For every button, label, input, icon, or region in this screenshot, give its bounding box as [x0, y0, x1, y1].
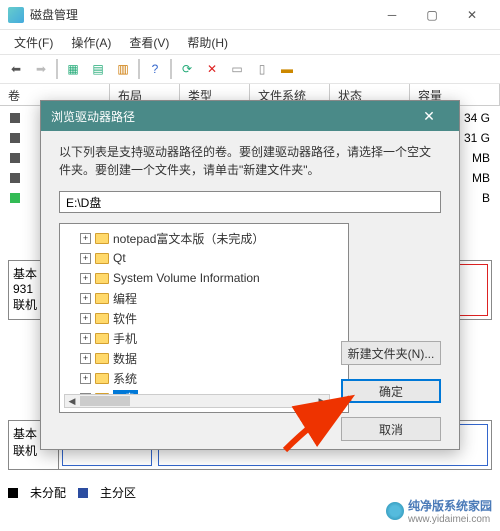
cap-value: B	[482, 191, 490, 205]
expand-icon[interactable]: +	[80, 353, 91, 364]
dialog-title: 浏览驱动器路径	[51, 108, 135, 125]
cancel-button[interactable]: 取消	[341, 417, 441, 441]
cap-value: MB	[472, 151, 490, 165]
folder-icon	[95, 253, 109, 264]
legend-unalloc: 未分配	[30, 484, 66, 501]
folder-icon	[95, 333, 109, 344]
cap-value: 34 G	[464, 111, 490, 125]
separator	[138, 59, 140, 79]
scroll-thumb[interactable]	[80, 396, 130, 406]
action1-icon[interactable]: ▭	[225, 57, 249, 81]
vol-icon	[10, 173, 20, 183]
tree-item[interactable]: + Qt	[64, 248, 344, 268]
tree-item-label: 手机	[113, 330, 137, 347]
tree-item-label: 编程	[113, 290, 137, 307]
maximize-button[interactable]: ▢	[412, 1, 452, 29]
tree-icon[interactable]: ▦	[61, 57, 85, 81]
legend-primary-icon	[78, 488, 88, 498]
dialog-titlebar: 浏览驱动器路径 ✕	[41, 101, 459, 131]
expand-icon[interactable]: +	[80, 373, 91, 384]
legend-unalloc-icon	[8, 488, 18, 498]
menu-view[interactable]: 查看(V)	[121, 32, 177, 53]
tree-item[interactable]: + notepad富文本版（未完成）	[64, 228, 344, 248]
help-icon[interactable]: ?	[143, 57, 167, 81]
tree-item-label: 软件	[113, 310, 137, 327]
minimize-button[interactable]: ─	[372, 1, 412, 29]
cap-value: 31 G	[464, 131, 490, 145]
delete-icon[interactable]: ✕	[200, 57, 224, 81]
tree-item-label: notepad富文本版（未完成）	[113, 230, 264, 247]
expand-icon[interactable]: +	[80, 293, 91, 304]
back-icon[interactable]: ⬅	[4, 57, 28, 81]
folder-tree[interactable]: + notepad富文本版（未完成） + Qt + System Volume Infor…	[59, 223, 349, 413]
tree-item-label: Qt	[113, 251, 126, 265]
scroll-left-icon[interactable]: ◀	[65, 395, 79, 407]
folder-icon	[95, 373, 109, 384]
folder-icon	[95, 233, 109, 244]
toolbar: ⬅ ➡ ▦ ▤ ▥ ? ⟳ ✕ ▭ ▯ ▬	[0, 54, 500, 84]
new-folder-button[interactable]: 新建文件夹(N)...	[341, 341, 441, 365]
cap-value: MB	[472, 171, 490, 185]
separator	[170, 59, 172, 79]
dialog-message: 以下列表是支持驱动器路径的卷。要创建驱动器路径，请选择一个空文件夹。要创建一个文…	[59, 143, 441, 179]
tree-item[interactable]: + 编程	[64, 288, 344, 308]
vol-icon	[10, 113, 20, 123]
expand-icon[interactable]: +	[80, 253, 91, 264]
tree-item-label: 数据	[113, 350, 137, 367]
tree-item-label: 系统	[113, 370, 137, 387]
expand-icon[interactable]: +	[80, 333, 91, 344]
dialog-close-icon[interactable]: ✕	[409, 108, 449, 125]
app-icon	[8, 7, 24, 23]
vol-icon	[10, 133, 20, 143]
tree-item-label: System Volume Information	[113, 271, 260, 285]
menu-file[interactable]: 文件(F)	[6, 32, 61, 53]
tree-item[interactable]: + 软件	[64, 308, 344, 328]
window-title: 磁盘管理	[30, 6, 372, 23]
forward-icon[interactable]: ➡	[29, 57, 53, 81]
separator	[56, 59, 58, 79]
legend: 未分配 主分区	[8, 484, 136, 501]
list-icon[interactable]: ▤	[86, 57, 110, 81]
watermark-url: www.yidaimei.com	[408, 514, 492, 525]
titlebar: 磁盘管理 ─ ▢ ✕	[0, 0, 500, 30]
folder-icon	[95, 273, 109, 284]
browse-path-dialog: 浏览驱动器路径 ✕ 以下列表是支持驱动器路径的卷。要创建驱动器路径，请选择一个空…	[40, 100, 460, 450]
tree-item[interactable]: + 数据	[64, 348, 344, 368]
folder-icon	[95, 293, 109, 304]
expand-icon[interactable]: +	[80, 273, 91, 284]
ok-button[interactable]: 确定	[341, 379, 441, 403]
scroll-right-icon[interactable]: ▶	[315, 395, 329, 407]
props-icon[interactable]: ▥	[111, 57, 135, 81]
refresh-icon[interactable]: ⟳	[175, 57, 199, 81]
path-input[interactable]: E:\D盘	[59, 191, 441, 213]
action2-icon[interactable]: ▯	[250, 57, 274, 81]
folder-icon	[95, 313, 109, 324]
tree-item[interactable]: + System Volume Information	[64, 268, 344, 288]
vol-icon	[10, 193, 20, 203]
tree-item[interactable]: + 系统	[64, 368, 344, 388]
watermark: 纯净版系统家园 www.yidaimei.com	[386, 497, 492, 525]
watermark-logo-icon	[386, 502, 404, 520]
action3-icon[interactable]: ▬	[275, 57, 299, 81]
tree-item[interactable]: + 手机	[64, 328, 344, 348]
expand-icon[interactable]: +	[80, 233, 91, 244]
watermark-text: 纯净版系统家园	[408, 497, 492, 514]
tree-scrollbar[interactable]: ◀▶	[64, 394, 330, 408]
legend-primary: 主分区	[100, 484, 136, 501]
menubar: 文件(F) 操作(A) 查看(V) 帮助(H)	[0, 30, 500, 54]
folder-icon	[95, 353, 109, 364]
vol-icon	[10, 153, 20, 163]
menu-action[interactable]: 操作(A)	[63, 32, 119, 53]
expand-icon[interactable]: +	[80, 313, 91, 324]
close-button[interactable]: ✕	[452, 1, 492, 29]
menu-help[interactable]: 帮助(H)	[179, 32, 236, 53]
